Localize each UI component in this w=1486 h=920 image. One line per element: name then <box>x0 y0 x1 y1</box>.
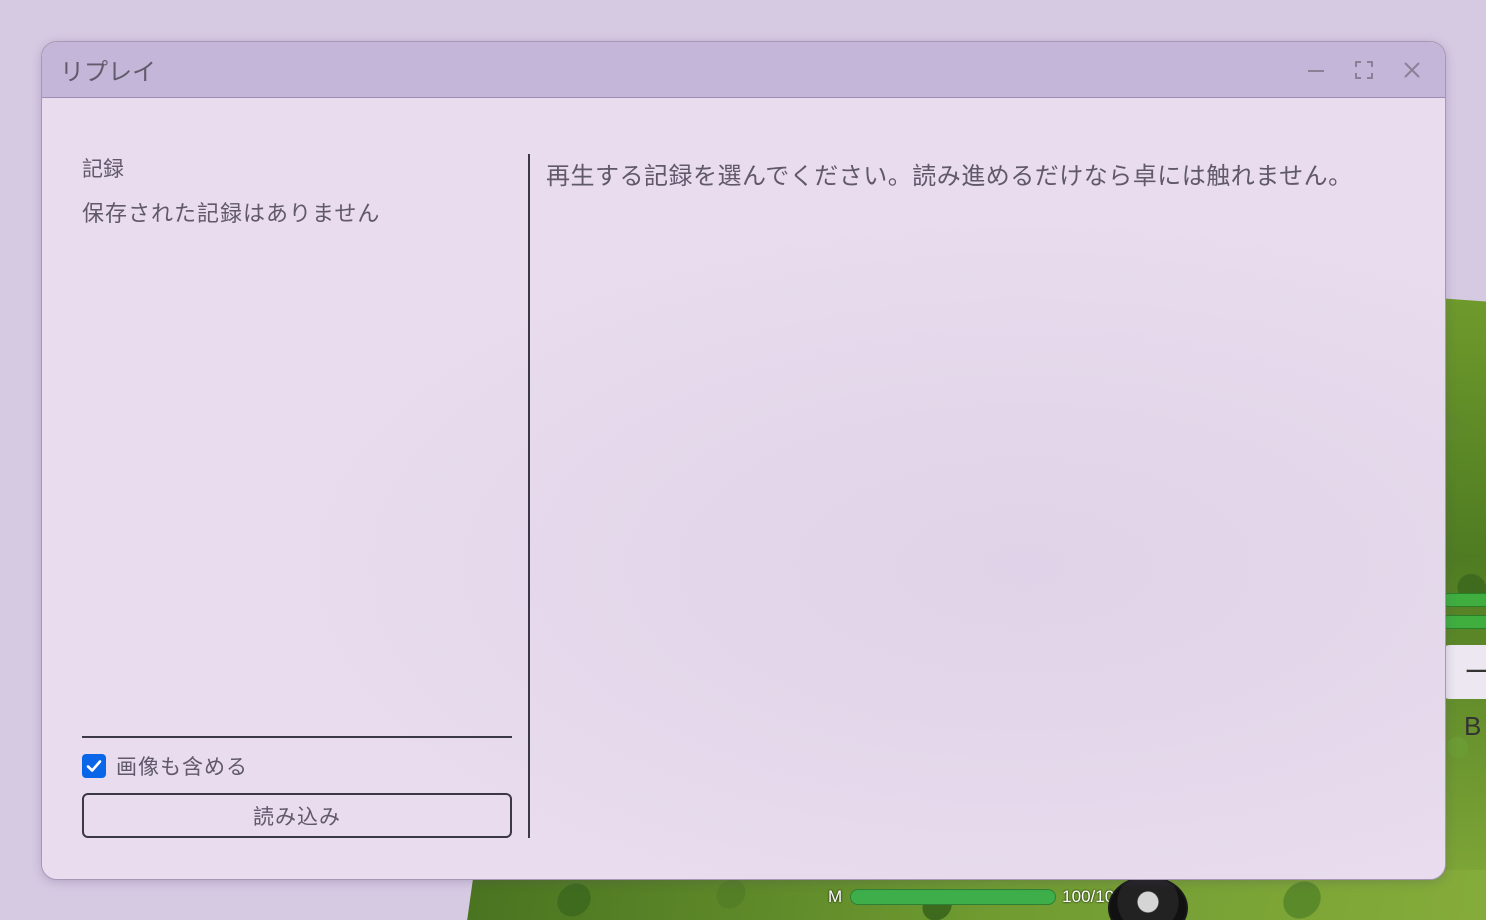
minimize-icon <box>1308 69 1324 72</box>
maximize-icon <box>1355 60 1373 79</box>
replay-dialog: リプレイ 記録 保存された記録はありません 画像も含める 読み込み 再生する記録… <box>41 41 1446 880</box>
include-images-option[interactable]: 画像も含める <box>82 750 248 782</box>
side-panel-label: ーB <box>1440 645 1486 741</box>
minimize-button[interactable] <box>1303 57 1329 83</box>
hud-mana: M 100/100 <box>828 884 1124 910</box>
side-status-bar <box>1442 615 1486 629</box>
records-section-label: 記録 <box>82 157 124 181</box>
side-status-bars <box>1442 593 1486 637</box>
include-images-label: 画像も含める <box>116 755 248 779</box>
dialog-title: リプレイ <box>60 58 156 86</box>
replay-instruction: 再生する記録を選んでください。読み進めるだけなら卓には触れません。 <box>546 162 1353 190</box>
load-button[interactable]: 読み込み <box>82 793 512 838</box>
hud-label: M <box>828 887 843 906</box>
records-empty-message: 保存された記録はありません <box>82 202 381 227</box>
close-button[interactable] <box>1399 57 1425 83</box>
hud-bar <box>850 889 1057 905</box>
records-divider <box>82 736 512 738</box>
close-icon <box>1404 61 1420 78</box>
dialog-content: 記録 保存された記録はありません 画像も含める 読み込み 再生する記録を選んでく… <box>42 98 1445 879</box>
dialog-titlebar[interactable]: リプレイ <box>42 42 1445 98</box>
maximize-button[interactable] <box>1351 57 1377 83</box>
checkmark-icon <box>86 760 102 772</box>
pane-divider <box>528 154 530 838</box>
side-status-bar <box>1442 593 1486 607</box>
window-controls <box>1303 42 1425 97</box>
include-images-checkbox[interactable] <box>82 754 106 778</box>
replay-preview-pane: 再生する記録を選んでください。読み進めるだけなら卓には触れません。 <box>546 158 1426 194</box>
records-pane: 記録 保存された記録はありません 画像も含める 読み込み <box>82 154 512 838</box>
